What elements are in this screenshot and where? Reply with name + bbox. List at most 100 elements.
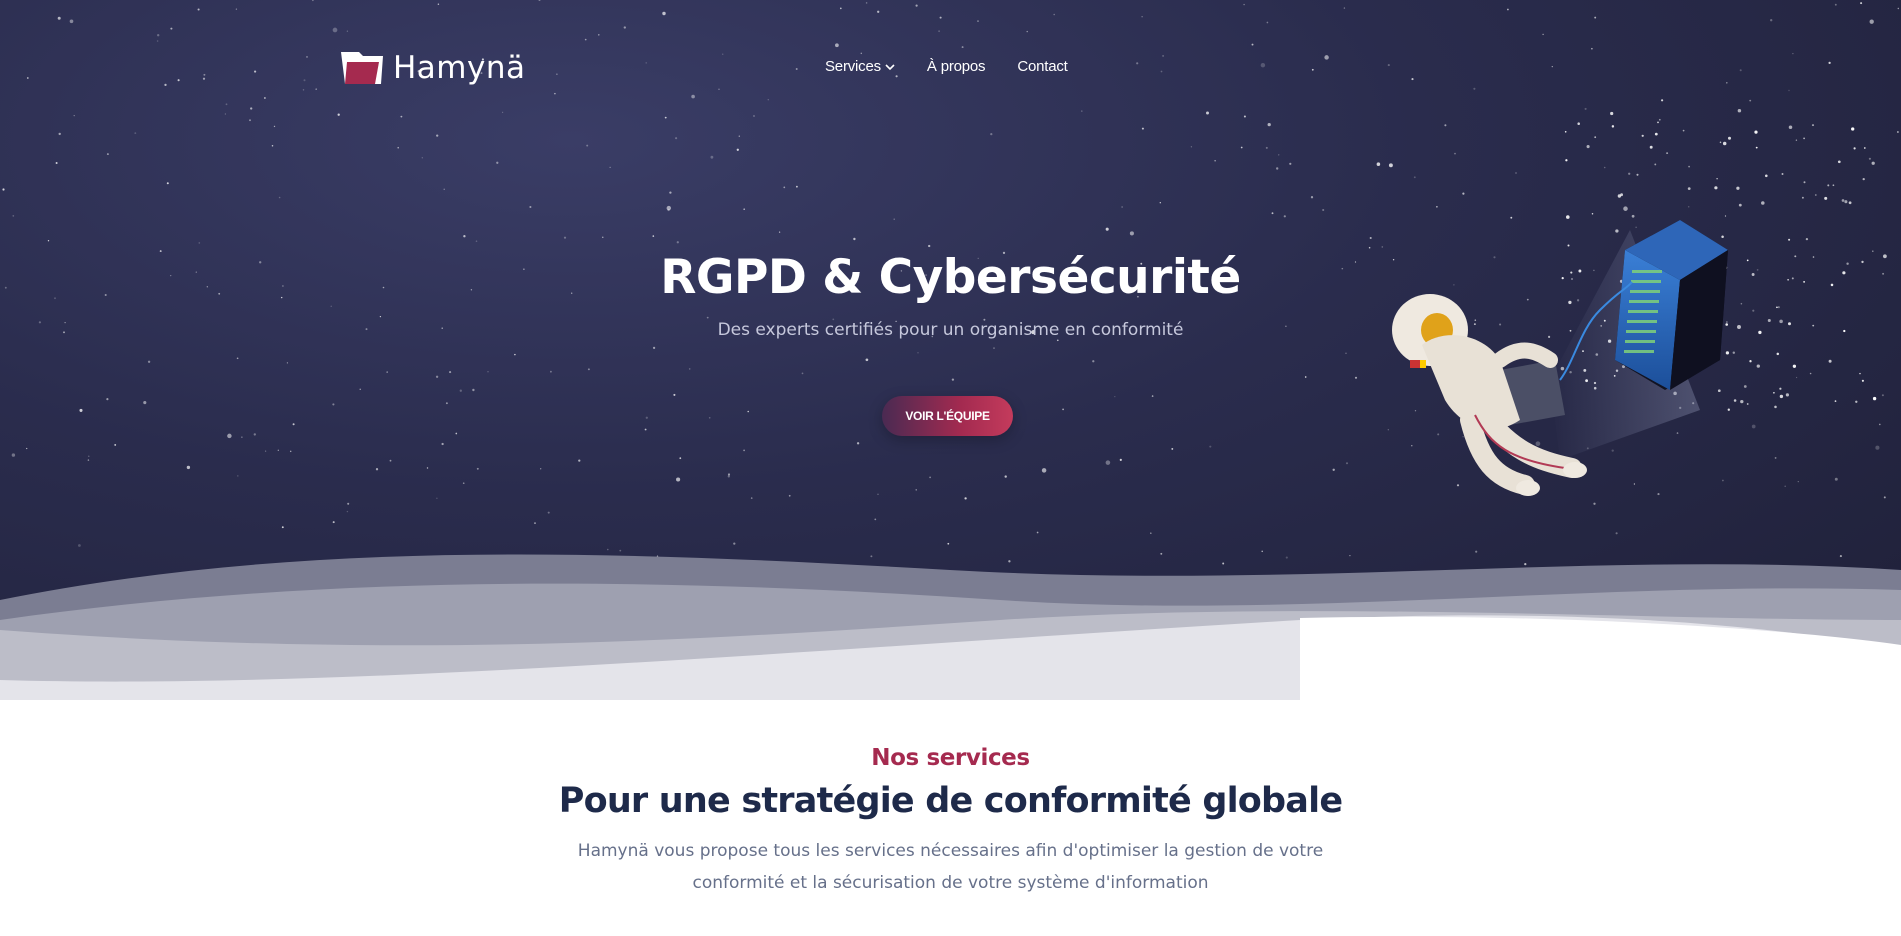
star xyxy=(586,144,589,147)
star xyxy=(88,455,90,457)
star xyxy=(727,473,731,476)
star xyxy=(1834,400,1837,402)
astronaut-server-illustration xyxy=(1392,220,1728,496)
star xyxy=(727,475,730,478)
star xyxy=(1792,364,1797,368)
star xyxy=(1801,196,1804,199)
star xyxy=(1322,208,1325,212)
star xyxy=(106,398,109,401)
star xyxy=(106,153,109,156)
star xyxy=(475,240,478,242)
star xyxy=(1855,400,1858,403)
star xyxy=(1863,147,1866,149)
brand-logo[interactable]: Hamynä xyxy=(339,50,526,86)
star xyxy=(1649,145,1653,149)
star xyxy=(928,244,931,248)
star xyxy=(426,467,429,469)
star xyxy=(964,497,967,500)
star xyxy=(1114,395,1116,398)
star xyxy=(1878,423,1881,426)
star xyxy=(79,408,83,412)
star xyxy=(710,155,714,159)
star xyxy=(198,242,201,244)
star xyxy=(1853,147,1856,150)
star xyxy=(347,502,350,505)
nav-item-contact[interactable]: Contact xyxy=(1017,58,1067,75)
star xyxy=(1620,193,1624,197)
star xyxy=(1784,485,1786,487)
star xyxy=(1827,184,1830,187)
star xyxy=(241,436,243,438)
star xyxy=(1883,496,1886,499)
nav-item-services[interactable]: Services xyxy=(825,58,895,75)
star xyxy=(47,240,50,242)
star xyxy=(853,237,856,241)
star xyxy=(1803,181,1806,184)
star xyxy=(264,450,267,452)
nav-item-a-propos[interactable]: À propos xyxy=(927,58,986,75)
star xyxy=(1354,376,1358,379)
star xyxy=(676,477,681,482)
star xyxy=(12,215,15,217)
star xyxy=(602,236,604,238)
star xyxy=(609,166,611,168)
star xyxy=(1736,186,1740,190)
star xyxy=(1209,445,1212,448)
star xyxy=(1666,152,1669,155)
star xyxy=(346,510,349,513)
star xyxy=(1332,468,1335,471)
star xyxy=(436,497,438,499)
star xyxy=(529,205,532,209)
star xyxy=(1062,408,1064,411)
star xyxy=(1841,199,1845,202)
chevron-down-icon xyxy=(885,63,895,70)
star xyxy=(915,489,917,491)
star xyxy=(951,378,955,381)
star xyxy=(449,371,452,374)
star xyxy=(455,432,458,435)
star xyxy=(783,186,786,189)
folder-logo-icon xyxy=(341,52,383,84)
star xyxy=(55,161,58,165)
star xyxy=(708,416,711,419)
star xyxy=(1848,201,1852,205)
star xyxy=(893,218,895,220)
star xyxy=(1761,201,1765,205)
star xyxy=(788,494,791,497)
star xyxy=(1036,531,1039,534)
star xyxy=(1304,376,1307,378)
star xyxy=(540,468,542,470)
star xyxy=(236,357,239,360)
star xyxy=(375,468,379,471)
star xyxy=(147,360,151,363)
star xyxy=(1881,394,1884,397)
star xyxy=(1105,460,1111,465)
star xyxy=(166,182,169,185)
star xyxy=(534,522,536,524)
star xyxy=(330,305,332,307)
star xyxy=(778,231,781,233)
star xyxy=(1797,480,1799,483)
star xyxy=(796,185,798,188)
star xyxy=(644,428,647,431)
star xyxy=(1310,196,1314,199)
star xyxy=(1688,165,1690,168)
star xyxy=(1283,215,1286,218)
star xyxy=(253,433,256,436)
star xyxy=(1687,205,1690,208)
star xyxy=(1092,360,1095,363)
star xyxy=(673,393,676,396)
star xyxy=(1105,227,1109,231)
star xyxy=(993,347,995,349)
star xyxy=(487,371,489,373)
star xyxy=(1413,176,1416,179)
star xyxy=(645,416,648,419)
star xyxy=(1781,173,1784,175)
hero-section: Hamynä Services À propos Contact RGPD & … xyxy=(0,0,1901,700)
star xyxy=(1151,395,1154,397)
star xyxy=(441,442,444,446)
voir-equipe-button[interactable]: VOIR L'ÉQUIPE xyxy=(882,396,1013,436)
wave-divider xyxy=(0,554,1901,700)
star xyxy=(1271,212,1274,215)
star xyxy=(1862,177,1865,181)
